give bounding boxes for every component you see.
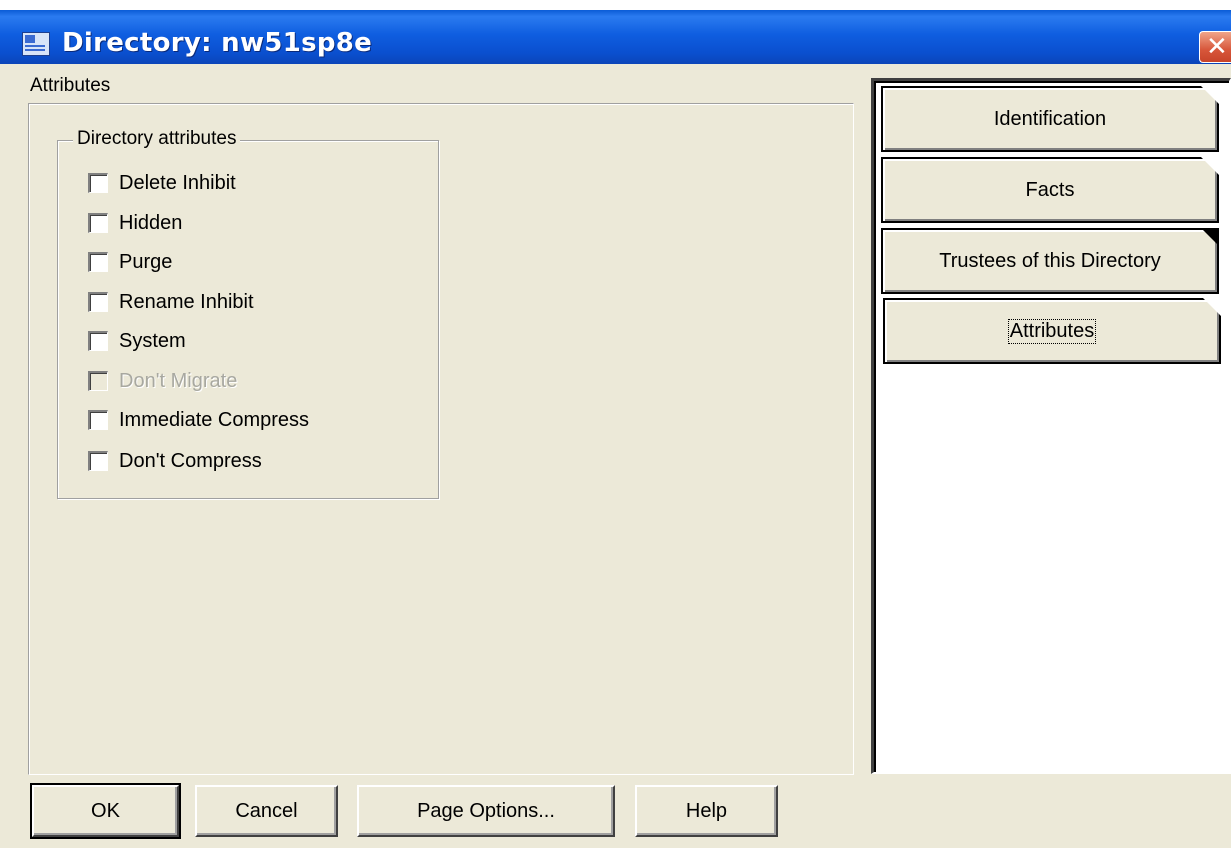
tab-label: Trustees of this Directory [939, 249, 1161, 272]
checkbox-dont-migrate: Don't Migrate [88, 367, 237, 395]
tab-label: Attributes [1007, 318, 1097, 344]
checkbox-label: Rename Inhibit [119, 290, 254, 313]
checkbox-label: Hidden [119, 211, 183, 234]
page-options-button-label: Page Options... [417, 799, 555, 822]
title-bar[interactable]: Directory: nw51sp8e ✕ [0, 10, 1231, 64]
checkbox-immediate-compress[interactable]: Immediate Compress [88, 406, 309, 434]
checkbox-label: System [119, 329, 186, 352]
tab-facts[interactable]: Facts [881, 157, 1219, 223]
ok-button-label: OK [91, 799, 120, 822]
tab-identification[interactable]: Identification [881, 86, 1219, 152]
help-button-label: Help [685, 799, 728, 822]
checkbox-dont-compress[interactable]: Don't Compress [88, 447, 262, 475]
help-button[interactable]: Help [635, 785, 778, 837]
checkbox-box[interactable] [88, 252, 108, 272]
checkbox-rename-inhibit[interactable]: Rename Inhibit [88, 288, 254, 316]
checkbox-box[interactable] [88, 292, 108, 312]
checkbox-hidden[interactable]: Hidden [88, 209, 182, 237]
cancel-button[interactable]: Cancel [195, 785, 338, 837]
checkbox-system[interactable]: System [88, 327, 186, 355]
checkbox-box[interactable] [88, 213, 108, 233]
close-icon[interactable]: ✕ [1199, 31, 1231, 63]
checkbox-box[interactable] [88, 173, 108, 193]
checkbox-label: Delete Inhibit [119, 171, 236, 194]
checkbox-box[interactable] [88, 410, 108, 430]
checkbox-label: Don't Compress [119, 449, 262, 472]
page-options-button[interactable]: Page Options... [357, 785, 615, 837]
cancel-button-label: Cancel [235, 799, 298, 822]
tab-trustees[interactable]: Trustees of this Directory [881, 228, 1219, 294]
ok-button[interactable]: OK [30, 783, 181, 839]
checkbox-label: Immediate Compress [119, 408, 310, 431]
window-title: Directory: nw51sp8e [62, 28, 373, 58]
checkbox-box[interactable] [88, 451, 108, 471]
checkbox-delete-inhibit[interactable]: Delete Inhibit [88, 169, 236, 197]
checkbox-box[interactable] [88, 331, 108, 351]
checkbox-label: Don't Migrate [119, 369, 238, 392]
tab-attributes[interactable]: Attributes [883, 298, 1221, 364]
tab-label: Facts [1025, 178, 1075, 201]
section-label: Attributes [30, 75, 111, 96]
window-app-icon[interactable] [22, 32, 50, 56]
checkbox-purge[interactable]: Purge [88, 248, 172, 276]
top-strip [0, 0, 1231, 10]
tab-label: Identification [993, 107, 1107, 130]
checkbox-label: Purge [119, 250, 173, 273]
group-title: Directory attributes [73, 128, 241, 150]
directory-dialog: Directory: nw51sp8e ✕ Attributes Directo… [0, 0, 1231, 848]
checkbox-box [88, 371, 108, 391]
